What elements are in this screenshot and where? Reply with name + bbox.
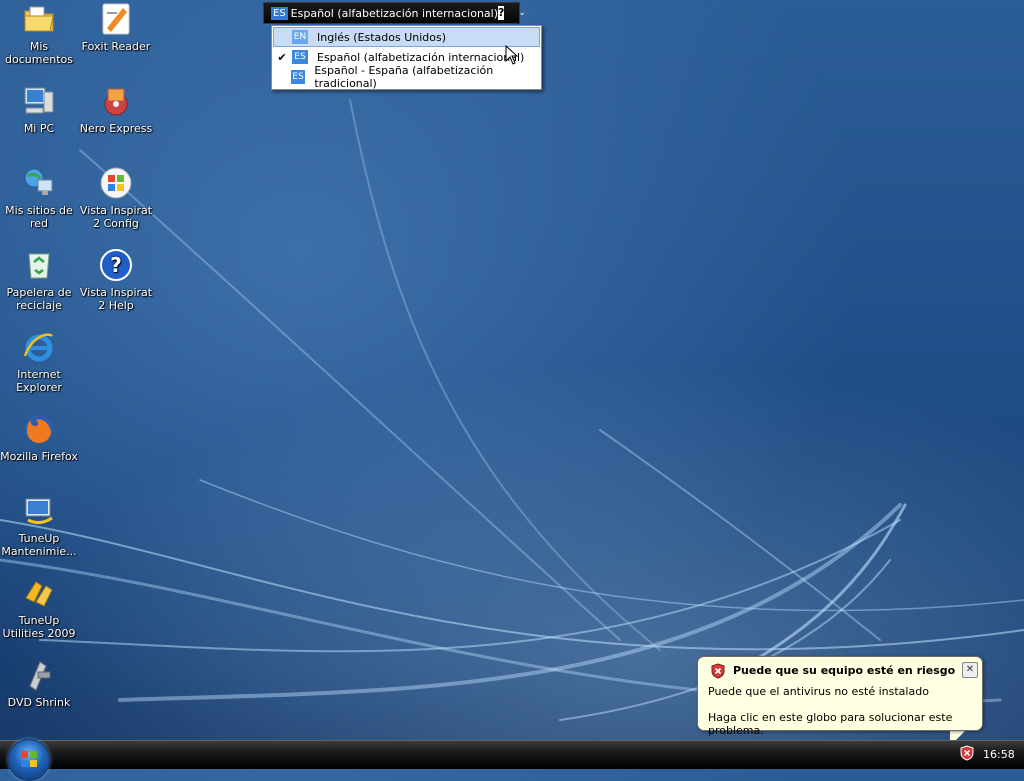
recycle-bin-icon (28, 253, 50, 279)
current-language[interactable]: Español (alfabetización internacional) (291, 7, 498, 20)
desktop-icon-internet-explorer[interactable]: Internet Explorer (0, 330, 78, 394)
help-icon: ? (100, 249, 132, 281)
security-warning-shield-icon (711, 663, 725, 679)
language-bar[interactable]: ES Español (alfabetización internacional… (263, 2, 526, 24)
desktop-icon-label: Internet Explorer (16, 368, 62, 394)
dvd-shrink-icon (29, 661, 51, 691)
desktop-icon-label: Mozilla Firefox (0, 450, 78, 463)
system-clock[interactable]: 16:58 (983, 748, 1015, 761)
svg-text:?: ? (110, 253, 122, 277)
folder-documents-icon (24, 6, 54, 32)
security-balloon[interactable]: Puede que su equipo esté en riesgo ✕ Pue… (697, 656, 983, 737)
check-icon: ✔ (277, 50, 287, 64)
taskbar (0, 740, 1024, 769)
desktop-icon-label: Mis documentos (5, 40, 73, 66)
menu-item-espanol-tradicional[interactable]: ES Español - España (alfabetización trad… (273, 64, 540, 90)
close-icon[interactable]: ✕ (962, 662, 978, 678)
foxit-reader-icon (102, 3, 130, 35)
internet-explorer-icon (23, 333, 53, 362)
tuneup-maintenance-icon (25, 498, 53, 525)
desktop-icon-mis-documentos[interactable]: Mis documentos (0, 2, 78, 66)
network-places-icon (24, 168, 53, 195)
desktop-icon-tuneup-mantenimiento[interactable]: TuneUp Mantenimie... (0, 494, 78, 558)
help-icon[interactable]: ? (498, 6, 505, 20)
desktop-icon-label: Vista Inspirat 2 Help (79, 286, 153, 312)
menu-item-ingles[interactable]: EN Inglés (Estados Unidos) (273, 27, 540, 47)
tuneup-utilities-icon (25, 581, 53, 607)
language-menu: EN Inglés (Estados Unidos) ✔ ES Español … (271, 25, 542, 90)
desktop-icon-mozilla-firefox[interactable]: Mozilla Firefox (0, 412, 78, 463)
language-tag[interactable]: ES (271, 6, 288, 20)
desktop-icon-label: Mi PC (23, 122, 55, 135)
security-center-tray-icon[interactable] (960, 745, 974, 761)
desktop-icon-label: Vista Inspirat 2 Config (79, 204, 153, 230)
desktop-icon-label: Papelera de reciclaje (6, 286, 72, 312)
desktop-icon-nero-express[interactable]: Nero Express (77, 84, 155, 135)
balloon-message-line1: Puede que el antivirus no esté instalado (708, 685, 929, 698)
firefox-icon (25, 415, 53, 444)
desktop-icon-label: Mis sitios de red (5, 204, 73, 230)
language-tag-icon: EN (292, 30, 308, 44)
desktop-icon-tuneup-utilities[interactable]: TuneUp Utilities 2009 (0, 576, 78, 640)
desktop-icon-vista-inspirat-config[interactable]: Vista Inspirat 2 Config (77, 166, 155, 230)
desktop-icon-foxit-reader[interactable]: Foxit Reader (77, 2, 155, 53)
windows-logo-icon (21, 751, 37, 767)
windows-logo-icon (100, 167, 132, 199)
desktop-icon-papelera-de-reciclaje[interactable]: Papelera de reciclaje (0, 248, 78, 312)
balloon-title: Puede que su equipo esté en riesgo (733, 664, 956, 677)
language-tag-icon: ES (292, 50, 308, 64)
desktop-icon-label: TuneUp Mantenimie... (1, 532, 77, 558)
menu-item-label: Inglés (Estados Unidos) (317, 30, 447, 44)
desktop-icon-label: TuneUp Utilities 2009 (2, 614, 76, 640)
computer-icon (24, 87, 54, 114)
desktop-icon-vista-inspirat-help[interactable]: ? Vista Inspirat 2 Help (77, 248, 155, 312)
desktop-icon-label: DVD Shrink (7, 696, 71, 709)
mouse-cursor-icon (505, 45, 519, 65)
desktop-icon-mis-sitios-de-red[interactable]: Mis sitios de red (0, 166, 78, 230)
chevron-down-icon[interactable]: ⌄ (518, 8, 526, 18)
menu-item-label: Español - España (alfabetización tradici… (314, 64, 494, 90)
language-tag-icon: ES (290, 70, 306, 84)
desktop-icon-dvd-shrink[interactable]: DVD Shrink (0, 658, 78, 709)
start-button[interactable] (8, 739, 50, 781)
desktop-icon-label: Nero Express (79, 122, 153, 135)
desktop-icon-mi-pc[interactable]: Mi PC (0, 84, 78, 135)
balloon-message-line2: Haga clic en este globo para solucionar … (708, 711, 953, 737)
desktop-icon-label: Foxit Reader (81, 40, 151, 53)
menu-item-label: Español (alfabetización internacional) (317, 50, 525, 64)
nero-express-icon (104, 88, 128, 116)
